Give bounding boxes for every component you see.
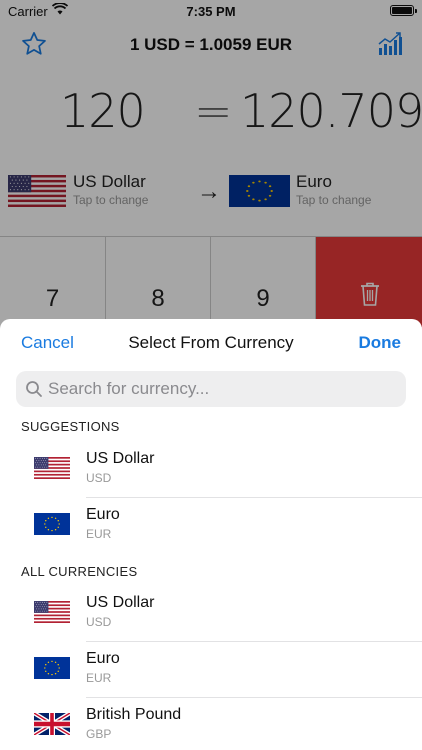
list-item[interactable]: Euro EUR [0, 642, 422, 698]
us-flag-icon [34, 601, 70, 623]
currency-code: USD [86, 471, 112, 485]
done-button[interactable]: Done [359, 333, 402, 353]
currency-name: Euro [86, 650, 120, 667]
currency-name: British Pound [86, 706, 182, 723]
currency-picker-sheet: Cancel Select From Currency Done SUGGEST… [0, 319, 422, 750]
search-icon [26, 381, 42, 397]
uk-flag-icon [34, 713, 70, 735]
us-flag-icon [34, 457, 70, 479]
list-item[interactable]: Euro EUR [0, 498, 422, 554]
list-item[interactable]: US Dollar USD [0, 442, 422, 498]
all-currencies-header: ALL CURRENCIES [21, 564, 138, 579]
currency-name: Euro [86, 506, 120, 523]
currency-code: USD [86, 615, 112, 629]
list-item[interactable]: British Pound GBP [0, 698, 422, 750]
currency-code: GBP [86, 727, 112, 741]
list-item[interactable]: US Dollar USD [0, 586, 422, 642]
currency-name: US Dollar [86, 594, 155, 611]
sheet-header: Cancel Select From Currency Done [0, 319, 422, 365]
eu-flag-icon [34, 657, 70, 679]
currency-code: EUR [86, 671, 112, 685]
search-bar[interactable] [16, 371, 406, 407]
suggestions-header: SUGGESTIONS [21, 419, 120, 434]
search-input[interactable] [48, 371, 398, 407]
currency-code: EUR [86, 527, 112, 541]
currency-name: US Dollar [86, 450, 155, 467]
eu-flag-icon [34, 513, 70, 535]
